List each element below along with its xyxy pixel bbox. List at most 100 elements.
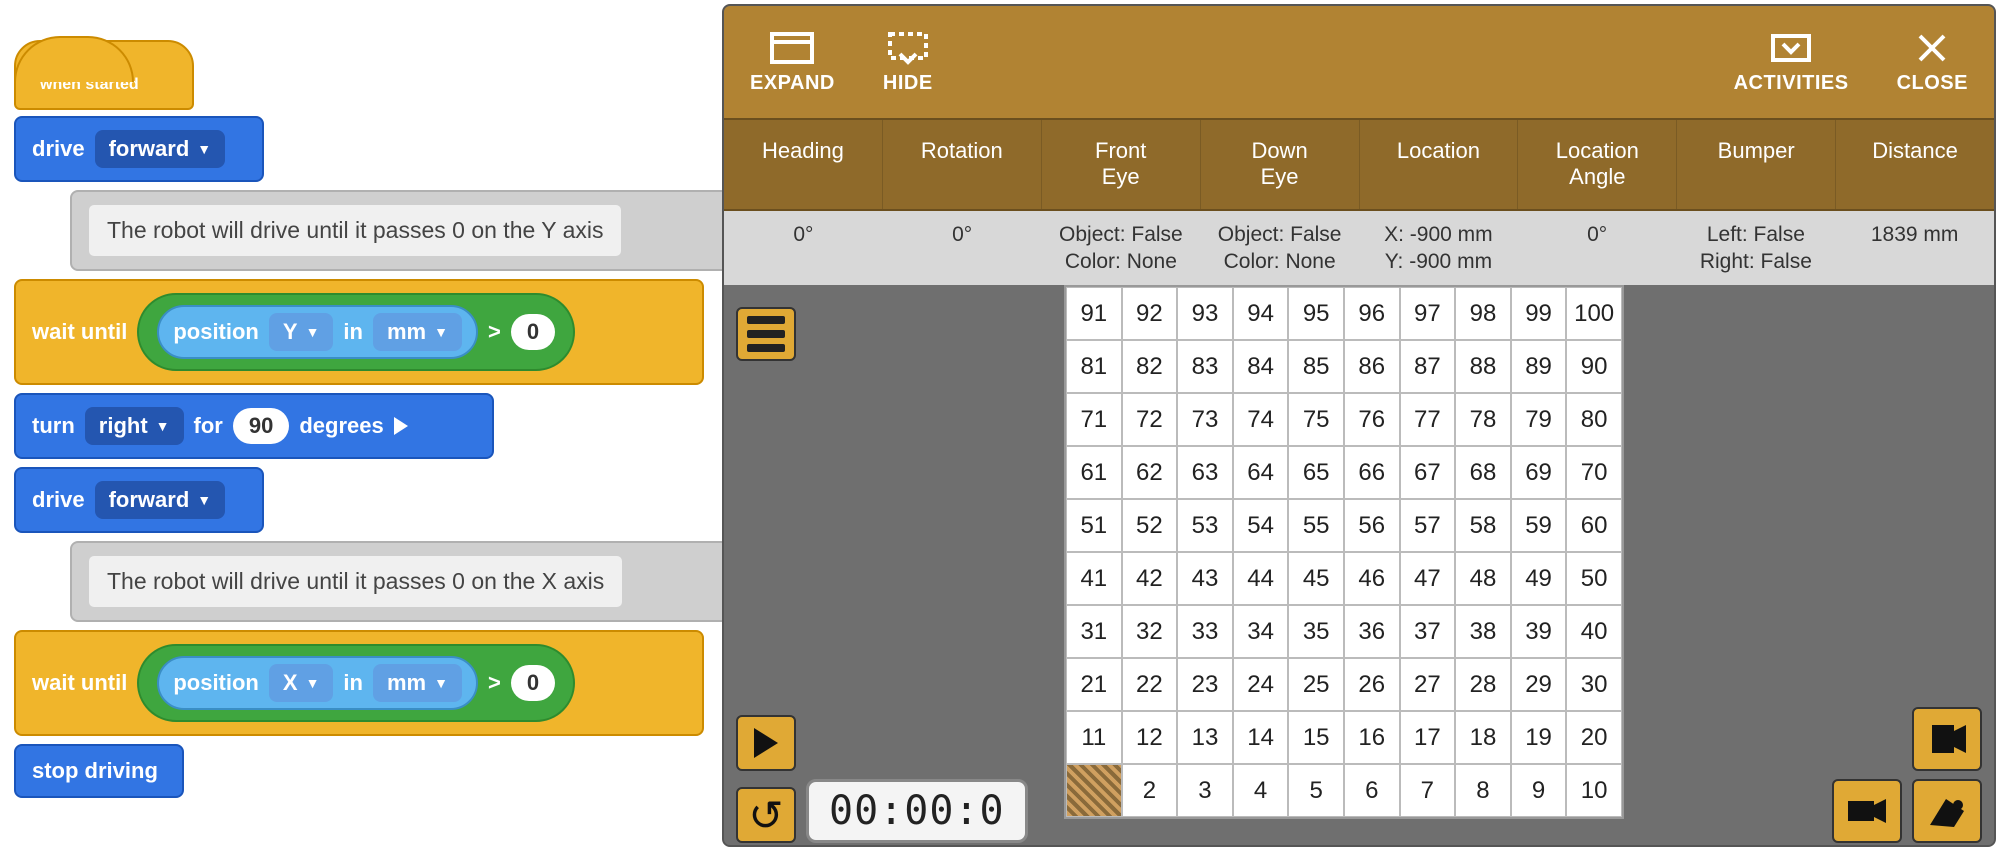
robot-icon[interactable]: [1066, 764, 1122, 817]
grid-cell[interactable]: 21: [1066, 658, 1122, 711]
grid-cell[interactable]: 83: [1177, 340, 1233, 393]
grid-cell[interactable]: 73: [1177, 393, 1233, 446]
grid-cell[interactable]: 67: [1400, 446, 1456, 499]
grid-cell[interactable]: 30: [1566, 658, 1622, 711]
grid-cell[interactable]: 79: [1511, 393, 1567, 446]
grid-cell[interactable]: 32: [1122, 605, 1178, 658]
grid-cell[interactable]: 98: [1455, 287, 1511, 340]
grid-cell[interactable]: 42: [1122, 552, 1178, 605]
grid-cell[interactable]: 50: [1566, 552, 1622, 605]
axis-dropdown-y[interactable]: Y ▼: [269, 313, 334, 351]
condition-y[interactable]: position Y ▼ in mm ▼ > 0: [137, 293, 575, 371]
grid-cell[interactable]: 86: [1344, 340, 1400, 393]
comment-block-y[interactable]: The robot will drive until it passes 0 o…: [70, 190, 770, 271]
grid-cell[interactable]: 18: [1455, 711, 1511, 764]
grid-cell[interactable]: 90: [1566, 340, 1622, 393]
close-button[interactable]: CLOSE: [1897, 30, 1968, 95]
grid-cell[interactable]: 31: [1066, 605, 1122, 658]
grid-cell[interactable]: 65: [1288, 446, 1344, 499]
grid-cell[interactable]: 56: [1344, 499, 1400, 552]
grid-cell[interactable]: 52: [1122, 499, 1178, 552]
grid-cell[interactable]: 10: [1566, 764, 1622, 817]
grid-cell[interactable]: 64: [1233, 446, 1289, 499]
grid-cell[interactable]: 94: [1233, 287, 1289, 340]
grid-cell[interactable]: 89: [1511, 340, 1567, 393]
play-button[interactable]: [736, 715, 796, 771]
grid-cell[interactable]: 12: [1122, 711, 1178, 764]
grid-cell[interactable]: 57: [1400, 499, 1456, 552]
grid-cell[interactable]: 70: [1566, 446, 1622, 499]
turn-block[interactable]: turn right ▼ for 90 degrees: [14, 393, 494, 459]
grid-cell[interactable]: 35: [1288, 605, 1344, 658]
grid-cell[interactable]: 92: [1122, 287, 1178, 340]
grid-cell[interactable]: 82: [1122, 340, 1178, 393]
play-icon[interactable]: [394, 417, 408, 435]
grid-cell[interactable]: 75: [1288, 393, 1344, 446]
grid-cell[interactable]: 23: [1177, 658, 1233, 711]
wait-until-block-y[interactable]: wait until position Y ▼ in mm ▼ > 0: [14, 279, 704, 385]
expand-button[interactable]: EXPAND: [750, 30, 835, 95]
grid-cell[interactable]: 4: [1233, 764, 1289, 817]
grid-cell[interactable]: 74: [1233, 393, 1289, 446]
grid-cell[interactable]: 44: [1233, 552, 1289, 605]
grid-cell[interactable]: 78: [1455, 393, 1511, 446]
grid-cell[interactable]: 68: [1455, 446, 1511, 499]
activities-button[interactable]: ACTIVITIES: [1734, 30, 1849, 95]
grid-cell[interactable]: 26: [1344, 658, 1400, 711]
grid-cell[interactable]: 100: [1566, 287, 1622, 340]
grid-cell[interactable]: 8: [1455, 764, 1511, 817]
grid-cell[interactable]: 88: [1455, 340, 1511, 393]
position-reporter-x[interactable]: position X ▼ in mm ▼: [157, 656, 478, 710]
grid-cell[interactable]: 28: [1455, 658, 1511, 711]
direction-dropdown[interactable]: forward ▼: [95, 130, 226, 168]
drive-forward-block-1[interactable]: drive forward ▼: [14, 116, 264, 182]
grid-cell[interactable]: 11: [1066, 711, 1122, 764]
grid-cell[interactable]: 14: [1233, 711, 1289, 764]
grid-cell[interactable]: 80: [1566, 393, 1622, 446]
grid-cell[interactable]: 46: [1344, 552, 1400, 605]
grid-cell[interactable]: 76: [1344, 393, 1400, 446]
grid-cell[interactable]: 55: [1288, 499, 1344, 552]
position-reporter-y[interactable]: position Y ▼ in mm ▼: [157, 305, 478, 359]
grid-cell[interactable]: 43: [1177, 552, 1233, 605]
comment-block-x[interactable]: The robot will drive until it passes 0 o…: [70, 541, 770, 622]
camera-chase-button[interactable]: [1912, 779, 1982, 843]
grid-cell[interactable]: 99: [1511, 287, 1567, 340]
grid-cell[interactable]: 7: [1400, 764, 1456, 817]
grid-cell[interactable]: 95: [1288, 287, 1344, 340]
grid-cell[interactable]: 3: [1177, 764, 1233, 817]
camera-side-button[interactable]: [1832, 779, 1902, 843]
grid-cell[interactable]: 24: [1233, 658, 1289, 711]
grid-cell[interactable]: 58: [1455, 499, 1511, 552]
grid-cell[interactable]: 59: [1511, 499, 1567, 552]
grid-cell[interactable]: 17: [1400, 711, 1456, 764]
grid-cell[interactable]: 51: [1066, 499, 1122, 552]
camera-top-button[interactable]: [1912, 707, 1982, 771]
grid-cell[interactable]: 87: [1400, 340, 1456, 393]
grid-cell[interactable]: 41: [1066, 552, 1122, 605]
grid-cell[interactable]: 69: [1511, 446, 1567, 499]
grid-cell[interactable]: 47: [1400, 552, 1456, 605]
hide-button[interactable]: HIDE: [883, 30, 933, 95]
grid-cell[interactable]: 33: [1177, 605, 1233, 658]
grid-cell[interactable]: 9: [1511, 764, 1567, 817]
grid-cell[interactable]: 71: [1066, 393, 1122, 446]
grid-cell[interactable]: 16: [1344, 711, 1400, 764]
grid-cell[interactable]: 96: [1344, 287, 1400, 340]
hat-block[interactable]: when started: [14, 40, 770, 110]
grid-cell[interactable]: 48: [1455, 552, 1511, 605]
grid-cell[interactable]: 39: [1511, 605, 1567, 658]
grid-cell[interactable]: 63: [1177, 446, 1233, 499]
compare-value-y[interactable]: 0: [511, 314, 555, 350]
grid-cell[interactable]: 81: [1066, 340, 1122, 393]
grid-cell[interactable]: 49: [1511, 552, 1567, 605]
grid-cell[interactable]: 61: [1066, 446, 1122, 499]
grid-cell[interactable]: 15: [1288, 711, 1344, 764]
grid-cell[interactable]: 54: [1233, 499, 1289, 552]
unit-dropdown-y[interactable]: mm ▼: [373, 313, 462, 351]
grid-cell[interactable]: 72: [1122, 393, 1178, 446]
grid-cell[interactable]: 60: [1566, 499, 1622, 552]
reset-button[interactable]: ↺: [736, 787, 796, 843]
grid-cell[interactable]: 38: [1455, 605, 1511, 658]
grid-cell[interactable]: 45: [1288, 552, 1344, 605]
